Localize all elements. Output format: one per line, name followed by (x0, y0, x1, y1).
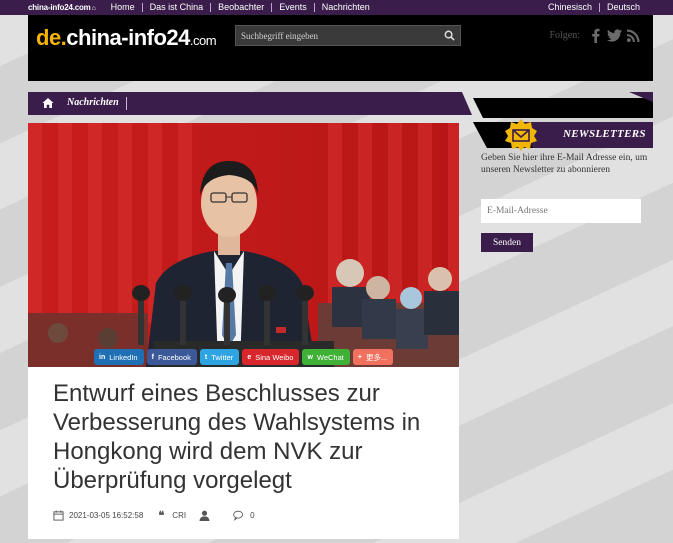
linkedin-icon: in (99, 353, 106, 361)
meta-comments[interactable]: 0 (233, 509, 255, 521)
facebook-share-icon: f (151, 353, 154, 361)
article-headline: Entwurf eines Beschlusses zur Verbesseru… (53, 380, 421, 494)
share-weibo-button[interactable]: e Sina Weibo (242, 349, 300, 365)
share-facebook-button[interactable]: f Facebook (146, 349, 197, 365)
lang-chinesisch[interactable]: Chinesisch (541, 3, 599, 12)
top-nav-nachrichten[interactable]: Nachrichten (313, 3, 377, 12)
share-bar: in LinkedIn f Facebook t Twitter e Sina Weib… (94, 349, 394, 365)
top-nav-events[interactable]: Events (271, 3, 314, 12)
section-navbar: Nachrichten (28, 92, 472, 115)
lang-deutsch[interactable]: Deutsch (598, 3, 647, 12)
language-switch: Chinesisch Deutsch (541, 3, 647, 12)
article-meta: 2021-03-05 16:52:58 ❝ CRI 0 (52, 509, 267, 522)
weibo-icon: e (247, 353, 252, 361)
top-nav: Home Das ist China Beobachter Events Nac… (104, 3, 377, 12)
wechat-icon: w (307, 353, 313, 361)
top-nav-das-ist-china[interactable]: Das ist China (141, 3, 211, 12)
sidebar-top-band (473, 92, 653, 118)
share-twitter-button[interactable]: t Twitter (199, 349, 240, 365)
share-label: 更多... (365, 352, 388, 362)
search-box (235, 25, 461, 46)
logo-suffix: .com (189, 33, 217, 48)
rss-icon[interactable] (625, 27, 641, 43)
logo-prefix: de. (36, 25, 67, 50)
share-label: WeChat (316, 352, 344, 362)
article-source: CRI (172, 510, 187, 520)
newsletter-email-field[interactable] (481, 199, 641, 223)
share-wechat-button[interactable]: w WeChat (302, 349, 350, 365)
article-date: 2021-03-05 16:52:58 (69, 510, 144, 520)
social-follow: Folgen: (549, 27, 641, 43)
article-photo[interactable] (28, 123, 459, 367)
logo-main: china-info24 (66, 25, 190, 50)
newsletter-submit-button[interactable]: Senden (481, 233, 533, 252)
newsletter-description: Geben Sie hier ihre E-Mail Adresse ein, … (481, 153, 648, 175)
home-icon[interactable] (42, 97, 54, 109)
envelope-icon (505, 119, 537, 151)
top-nav-beobachter[interactable]: Beobachter (210, 3, 271, 12)
share-linkedin-button[interactable]: in LinkedIn (94, 349, 144, 365)
top-nav-home[interactable]: Home (104, 3, 142, 12)
twitter-icon[interactable] (606, 27, 622, 43)
share-label: LinkedIn (109, 352, 138, 362)
mini-logo[interactable]: china-info24.com⌂ (28, 3, 96, 12)
user-icon (198, 509, 210, 521)
calendar-icon (52, 509, 64, 521)
meta-author (198, 509, 215, 521)
newsletter-title: NEWSLETTERS (563, 128, 646, 140)
comments-icon (233, 509, 245, 521)
nav-nachrichten[interactable]: Nachrichten (67, 97, 119, 108)
site-header: de.china-info24.com Folgen: (28, 15, 653, 81)
facebook-icon[interactable] (587, 27, 603, 43)
search-icon (444, 30, 455, 41)
home-mini-icon: ⌂ (91, 5, 96, 12)
search-input[interactable] (236, 26, 438, 45)
share-label: Sina Weibo (255, 352, 294, 362)
comment-count: 0 (250, 510, 255, 520)
quote-icon: ❝ (158, 509, 165, 522)
share-label: Twitter (211, 352, 234, 362)
plus-icon: + (357, 353, 362, 361)
twitter-share-icon: t (204, 353, 208, 361)
share-label: Facebook (157, 352, 191, 362)
article-card: in LinkedIn f Facebook t Twitter e Sina Weib… (28, 123, 459, 539)
top-bar: china-info24.com⌂ Home Das ist China Beo… (0, 0, 673, 15)
nav-separator (126, 97, 127, 110)
site-logo[interactable]: de.china-info24.com (36, 25, 217, 51)
meta-date: 2021-03-05 16:52:58 (52, 509, 143, 521)
meta-source: ❝ CRI (155, 509, 187, 522)
follow-label: Folgen: (549, 29, 580, 41)
share-more-button[interactable]: + 更多... (352, 349, 394, 365)
search-button[interactable] (438, 26, 460, 45)
